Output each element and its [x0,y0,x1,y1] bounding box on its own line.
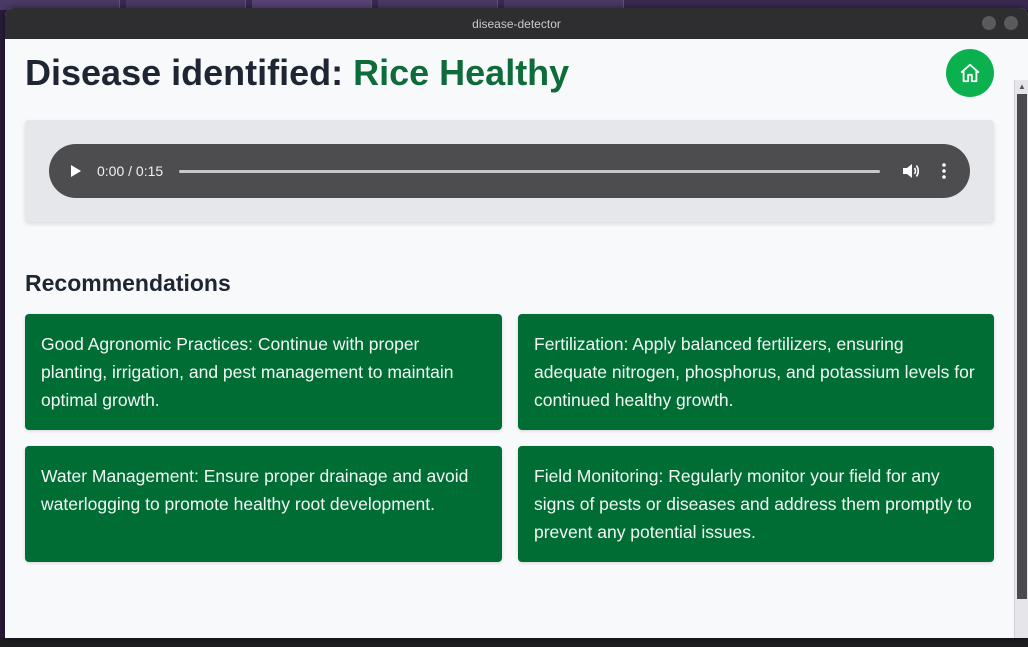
scroll-up-icon[interactable]: ▲ [1017,82,1027,92]
audio-card: 0:00 / 0:15 [25,120,994,222]
home-button[interactable] [946,49,994,97]
home-icon [960,63,980,83]
close-button[interactable] [1004,16,1018,30]
recommendation-card: Water Management: Ensure proper drainage… [25,446,502,562]
scrollbar-thumb[interactable] [1017,94,1027,599]
recommendations-title: Recommendations [25,270,231,296]
volume-button[interactable] [900,160,922,182]
window-controls [982,16,1018,30]
minimize-button[interactable] [982,16,996,30]
page-header: Disease identified: Rice Healthy [25,48,994,98]
audio-seek-bar[interactable] [179,169,880,173]
play-button[interactable] [67,162,85,180]
window-title: disease-detector [472,16,561,31]
page-title: Disease identified: Rice Healthy [25,52,569,94]
audio-time: 0:00 / 0:15 [97,163,164,179]
page-title-prefix: Disease identified: [25,52,354,93]
volume-icon [903,164,920,178]
recommendation-card: Fertilization: Apply balanced fertilizer… [518,314,994,430]
play-icon [71,165,81,177]
recommendation-card: Field Monitoring: Regularly monitor your… [518,446,994,562]
background-status-area [0,637,1028,647]
more-options-button[interactable] [936,160,952,182]
app-window: disease-detector Disease identified: Ric… [5,8,1028,638]
audio-player[interactable]: 0:00 / 0:15 [49,144,970,198]
window-titlebar[interactable]: disease-detector [5,8,1028,39]
recommendation-card: Good Agronomic Practices: Continue with … [25,314,502,430]
recommendations-grid: Good Agronomic Practices: Continue with … [25,314,994,562]
disease-name: Rice Healthy [353,52,570,93]
vertical-scrollbar[interactable]: ▲ [1014,80,1028,638]
more-vertical-icon [942,163,946,179]
